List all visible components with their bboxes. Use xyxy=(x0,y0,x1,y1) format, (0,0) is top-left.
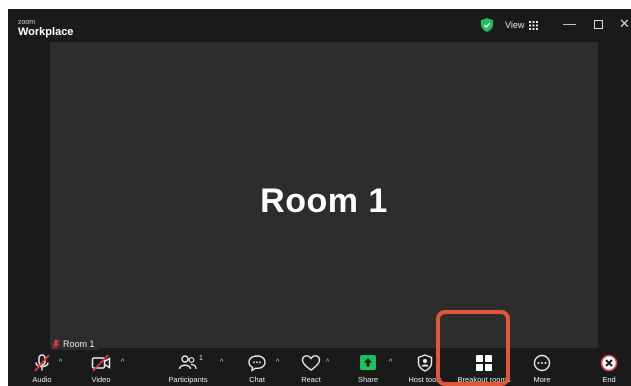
participant-name: Room 1 xyxy=(63,339,95,349)
video-stage: Room 1 xyxy=(50,42,598,348)
camera-off-icon xyxy=(91,354,111,372)
end-call-icon xyxy=(600,354,618,372)
react-label: React xyxy=(301,375,321,384)
audio-label: Audio xyxy=(32,375,52,384)
share-screen-icon xyxy=(360,355,376,370)
more-label: More xyxy=(533,375,551,384)
participants-icon xyxy=(178,355,197,370)
more-button[interactable]: More xyxy=(529,350,555,386)
participants-count: 1 xyxy=(199,355,203,362)
muted-mic-icon xyxy=(52,339,60,349)
react-options-chevron-icon[interactable]: ^ xyxy=(326,359,329,366)
encryption-shield-icon[interactable] xyxy=(481,18,493,32)
minimize-icon[interactable]: — xyxy=(563,17,576,31)
heart-icon xyxy=(301,355,321,371)
brand-workplace: Workplace xyxy=(18,26,74,38)
title-bar: zoom Workplace View — ✕ xyxy=(8,9,631,41)
share-button[interactable]: Share xyxy=(354,350,382,386)
view-button[interactable]: View xyxy=(505,20,539,30)
end-label: End xyxy=(602,375,616,384)
video-options-chevron-icon[interactable]: ^ xyxy=(121,359,124,366)
close-window-icon[interactable]: ✕ xyxy=(619,17,630,31)
meeting-toolbar: Audio ^ Video ^ Participants 1 ^ Chat ^ … xyxy=(8,350,631,386)
maximize-icon[interactable] xyxy=(594,18,603,32)
participant-name-tag: Room 1 xyxy=(52,338,99,350)
end-button[interactable]: End xyxy=(596,350,622,386)
chat-bubble-icon xyxy=(248,355,266,372)
chat-options-chevron-icon[interactable]: ^ xyxy=(276,359,279,366)
video-button[interactable]: Video xyxy=(87,350,115,386)
host-shield-icon xyxy=(417,354,433,372)
participants-label: Participants xyxy=(168,375,208,384)
room-name: Room 1 xyxy=(260,182,388,220)
participants-options-chevron-icon[interactable]: ^ xyxy=(220,359,223,366)
breakout-rooms-highlight xyxy=(436,310,510,386)
grid-view-icon xyxy=(529,20,539,30)
mic-muted-icon xyxy=(34,354,50,372)
more-dots-icon xyxy=(533,354,551,372)
view-label: View xyxy=(505,20,525,30)
share-label: Share xyxy=(357,375,378,384)
share-options-chevron-icon[interactable]: ^ xyxy=(389,359,392,366)
chat-button[interactable]: Chat xyxy=(244,350,270,386)
participants-button[interactable]: Participants xyxy=(164,350,212,386)
react-button[interactable]: React xyxy=(296,350,326,386)
audio-button[interactable]: Audio xyxy=(28,350,56,386)
chat-label: Chat xyxy=(249,375,265,384)
video-label: Video xyxy=(91,375,111,384)
audio-options-chevron-icon[interactable]: ^ xyxy=(59,359,62,366)
zoom-window: zoom Workplace View — ✕ Room 1 Room 1 Au… xyxy=(8,9,631,386)
brand-zoom: zoom xyxy=(18,19,36,26)
